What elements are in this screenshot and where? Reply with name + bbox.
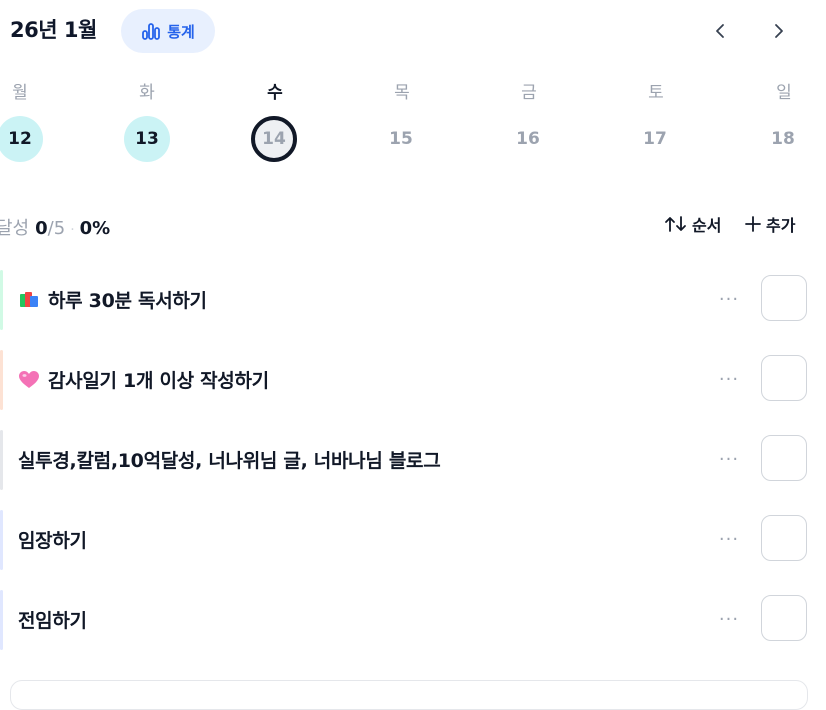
task-item[interactable]: 감사일기 1개 이상 작성하기 ··· [0,348,826,418]
weekday-wed: 수 [267,83,283,103]
task-item[interactable]: 실투경,칼럼,10억달성, 너나위님 글, 너바나님 블로그 ··· [0,428,826,498]
day-13[interactable]: 13 [124,116,170,162]
task-checkbox[interactable] [761,595,807,641]
achievement-separator: · [70,222,75,238]
add-task-button[interactable]: 추가 [744,212,795,236]
task-checkbox[interactable] [761,515,807,561]
day-14-today[interactable]: 14 [251,116,297,162]
task-color-bar [0,350,3,410]
task-item[interactable]: 전임하기 ··· [0,588,826,658]
task-title: 감사일기 1개 이상 작성하기 [18,366,269,393]
sort-arrows-icon [665,216,686,232]
task-color-bar [0,430,3,490]
task-label: 실투경,칼럼,10억달성, 너나위님 글, 너바나님 블로그 [18,450,441,472]
more-icon[interactable]: ··· [712,364,746,394]
achievement-done: 0 [35,218,48,239]
achievement-percent: 0% [79,218,111,239]
chevron-right-icon [775,24,783,38]
reorder-button[interactable]: 순서 [664,212,721,236]
task-label: 임장하기 [18,530,87,552]
task-title: 임장하기 [18,526,87,553]
achievement-label: 달성 [0,218,30,239]
task-color-bar [0,510,3,570]
chevron-left-icon [716,24,724,38]
task-color-bar [0,590,3,650]
day-18[interactable]: 18 [760,116,806,162]
reorder-label: 순서 [692,216,722,235]
bottom-card-edge [10,680,808,710]
task-label: 전임하기 [18,610,87,632]
heart-icon [19,370,39,388]
weekday-tue: 화 [139,83,155,103]
books-icon [20,291,38,307]
day-12[interactable]: 12 [0,116,43,162]
task-label: 감사일기 1개 이상 작성하기 [48,370,269,392]
task-checkbox[interactable] [761,355,807,401]
day-15[interactable]: 15 [378,116,424,162]
more-icon[interactable]: ··· [712,524,746,554]
weekday-mon: 월 [12,83,28,103]
task-label: 하루 30분 독서하기 [48,290,207,312]
task-checkbox[interactable] [761,435,807,481]
bar-chart-icon [142,23,161,40]
day-16[interactable]: 16 [505,116,551,162]
task-title: 실투경,칼럼,10억달성, 너나위님 글, 너바나님 블로그 [18,446,441,473]
weekday-sun: 일 [776,83,792,103]
month-title: 26년 1월 [10,18,97,42]
more-icon[interactable]: ··· [712,604,746,634]
day-17[interactable]: 17 [632,116,678,162]
add-task-label: 추가 [766,216,796,235]
stats-button[interactable]: 통계 [121,9,215,53]
task-title: 전임하기 [18,606,87,633]
more-icon[interactable]: ··· [712,284,746,314]
weekday-fri: 금 [521,83,537,103]
task-checkbox[interactable] [761,275,807,321]
achievement-total: /5 [47,218,66,239]
stats-label: 통계 [167,22,195,41]
calendar-header: 26년 1월 통계 [0,0,826,64]
achievement-summary: 달성 0 /5 · 0% [0,214,110,240]
weekday-sat: 토 [648,83,664,103]
next-week-button[interactable] [762,14,796,48]
task-title: 하루 30분 독서하기 [18,286,207,313]
task-item[interactable]: 임장하기 ··· [0,508,826,578]
more-icon[interactable]: ··· [712,444,746,474]
prev-week-button[interactable] [703,14,737,48]
plus-icon [745,216,761,232]
task-color-bar [0,270,3,330]
task-item[interactable]: 하루 30분 독서하기 ··· [0,268,826,338]
weekday-thu: 목 [394,83,410,103]
